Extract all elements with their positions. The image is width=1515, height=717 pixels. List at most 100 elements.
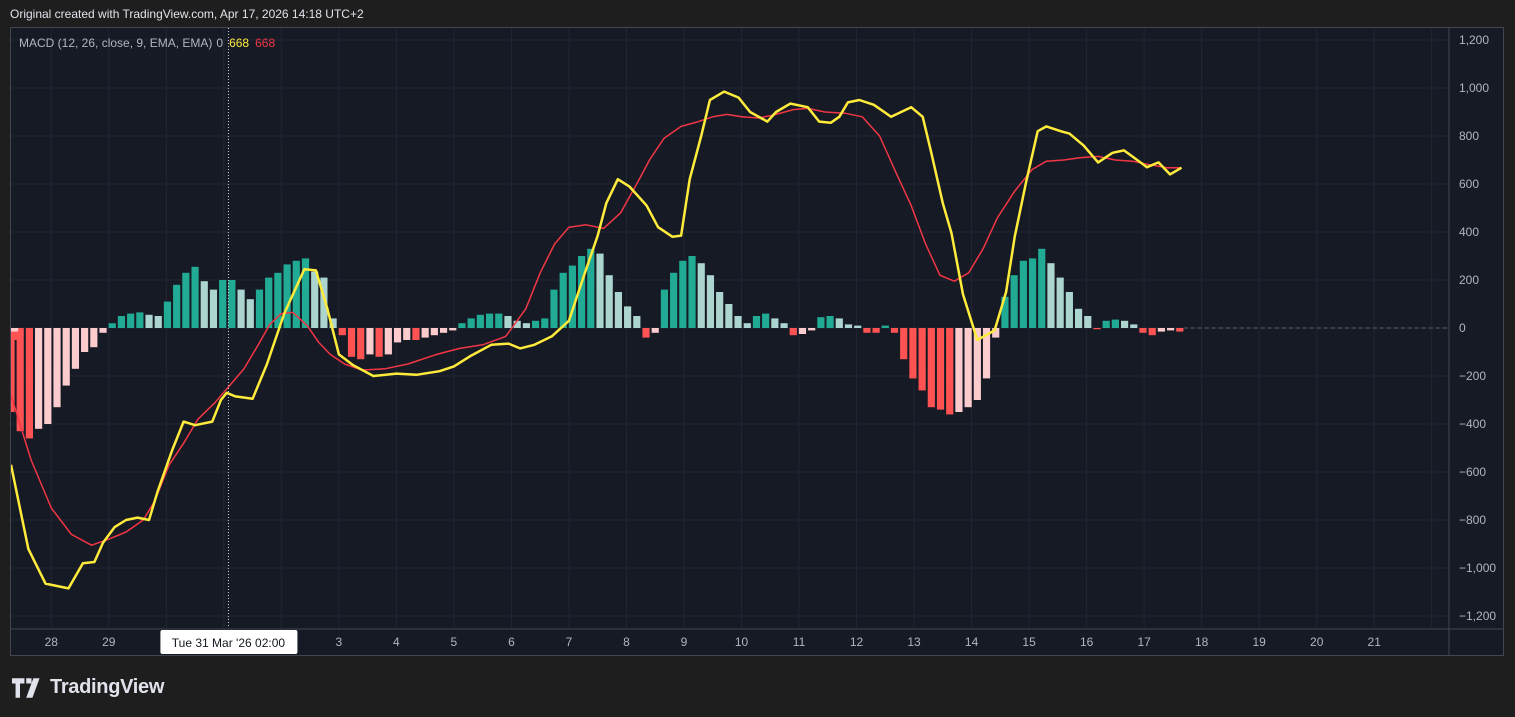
histogram-bar[interactable] <box>900 328 908 360</box>
histogram-bar[interactable] <box>347 328 356 357</box>
histogram-bar[interactable] <box>1148 328 1156 336</box>
histogram-bar[interactable] <box>808 328 816 331</box>
histogram-bar[interactable] <box>1167 328 1175 331</box>
histogram-bar[interactable] <box>99 328 107 333</box>
histogram-bar[interactable] <box>1111 319 1119 328</box>
histogram-bar[interactable] <box>62 328 70 386</box>
histogram-bar[interactable] <box>1102 320 1110 328</box>
histogram-bar[interactable] <box>614 292 623 328</box>
histogram-bar[interactable] <box>890 328 899 333</box>
histogram-bar[interactable] <box>191 266 199 328</box>
histogram-bar[interactable] <box>927 328 935 408</box>
histogram-bar[interactable] <box>35 328 43 429</box>
histogram-bar[interactable] <box>964 328 972 408</box>
histogram-bar[interactable] <box>145 314 153 328</box>
histogram-bar[interactable] <box>522 323 530 328</box>
histogram-bar[interactable] <box>780 323 788 328</box>
histogram-bar[interactable] <box>688 256 696 328</box>
histogram-bar[interactable] <box>1065 292 1073 328</box>
histogram-bar[interactable] <box>541 318 549 328</box>
histogram-bar[interactable] <box>163 301 172 328</box>
macd-chart[interactable]: 1,2001,0008006004002000−200−400−600−800−… <box>11 28 1503 655</box>
histogram-bar[interactable] <box>918 328 926 391</box>
histogram-bar[interactable] <box>743 323 751 328</box>
histogram-bar[interactable] <box>412 328 420 340</box>
histogram-bar[interactable] <box>651 328 659 333</box>
histogram-bar[interactable] <box>393 328 402 343</box>
histogram-bar[interactable] <box>909 328 917 379</box>
histogram-bar[interactable] <box>835 318 843 328</box>
indicator-legend[interactable]: MACD (12, 26, close, 9, EMA, EMA) 0 668 668 <box>19 36 275 50</box>
histogram-bar[interactable] <box>771 318 779 328</box>
histogram-bar[interactable] <box>467 318 475 328</box>
histogram-bar[interactable] <box>228 280 236 328</box>
histogram-bar[interactable] <box>246 299 254 328</box>
histogram-bar[interactable] <box>375 328 383 357</box>
histogram-bar[interactable] <box>881 325 889 328</box>
histogram-bar[interactable] <box>531 320 540 328</box>
histogram-bar[interactable] <box>1130 324 1138 328</box>
histogram-bar[interactable] <box>559 272 567 328</box>
histogram-bar[interactable] <box>127 313 135 328</box>
histogram-bar[interactable] <box>53 328 61 408</box>
histogram-bar[interactable] <box>366 328 374 355</box>
histogram-bar[interactable] <box>798 328 807 334</box>
tradingview-logo[interactable]: TradingView <box>12 676 164 699</box>
histogram-bar[interactable] <box>725 304 733 328</box>
histogram-bar[interactable] <box>863 328 871 333</box>
histogram-bar[interactable] <box>1139 328 1147 333</box>
histogram-bar[interactable] <box>660 289 669 328</box>
histogram-bar[interactable] <box>826 316 834 328</box>
histogram-bar[interactable] <box>108 323 116 328</box>
histogram-bar[interactable] <box>439 328 448 333</box>
histogram-bar[interactable] <box>844 324 853 328</box>
histogram-bar[interactable] <box>670 272 678 328</box>
histogram-bar[interactable] <box>1157 328 1165 332</box>
histogram-bar[interactable] <box>495 313 503 328</box>
histogram-bar[interactable] <box>1084 316 1092 328</box>
histogram-bar[interactable] <box>283 264 291 328</box>
histogram-bar[interactable] <box>219 280 227 328</box>
histogram-bar[interactable] <box>872 328 880 333</box>
histogram-bar[interactable] <box>679 260 687 328</box>
histogram-bar[interactable] <box>449 328 457 331</box>
histogram-bar[interactable] <box>458 323 466 328</box>
histogram-bar[interactable] <box>1074 308 1083 328</box>
histogram-bar[interactable] <box>734 316 742 328</box>
histogram-bar[interactable] <box>1120 320 1129 328</box>
histogram-bar[interactable] <box>752 316 761 328</box>
histogram-bar[interactable] <box>265 277 273 328</box>
histogram-bar[interactable] <box>936 328 945 410</box>
histogram-bar[interactable] <box>697 263 705 328</box>
histogram-bar[interactable] <box>642 328 650 338</box>
histogram-bar[interactable] <box>90 328 98 348</box>
histogram-bar[interactable] <box>338 328 346 336</box>
histogram-bar[interactable] <box>1038 248 1046 328</box>
histogram-bar[interactable] <box>255 289 264 328</box>
histogram-bar[interactable] <box>71 328 80 369</box>
histogram-bar[interactable] <box>946 328 954 415</box>
histogram-bar[interactable] <box>955 328 963 412</box>
histogram-bar[interactable] <box>1019 260 1027 328</box>
histogram-bar[interactable] <box>384 328 392 355</box>
histogram-bar[interactable] <box>81 328 89 352</box>
histogram-bar[interactable] <box>11 328 19 330</box>
histogram-bar[interactable] <box>762 313 770 328</box>
histogram-bar[interactable] <box>1047 263 1055 328</box>
histogram-bar[interactable] <box>117 316 126 328</box>
histogram-bar[interactable] <box>1010 275 1018 328</box>
histogram-bar[interactable] <box>430 328 438 336</box>
histogram-bar[interactable] <box>44 328 52 424</box>
histogram-bar[interactable] <box>200 281 208 328</box>
histogram-bar[interactable] <box>1176 328 1184 332</box>
histogram-bar[interactable] <box>421 328 429 338</box>
histogram-bar[interactable] <box>550 289 558 328</box>
histogram-bar[interactable] <box>854 325 862 328</box>
histogram-bar[interactable] <box>633 316 641 328</box>
histogram-bar[interactable] <box>25 328 33 439</box>
histogram-bar[interactable] <box>357 328 365 360</box>
histogram-bar[interactable] <box>716 292 724 328</box>
histogram-bar[interactable] <box>624 306 632 328</box>
histogram-bar[interactable] <box>182 272 190 328</box>
histogram-bar[interactable] <box>596 253 604 328</box>
